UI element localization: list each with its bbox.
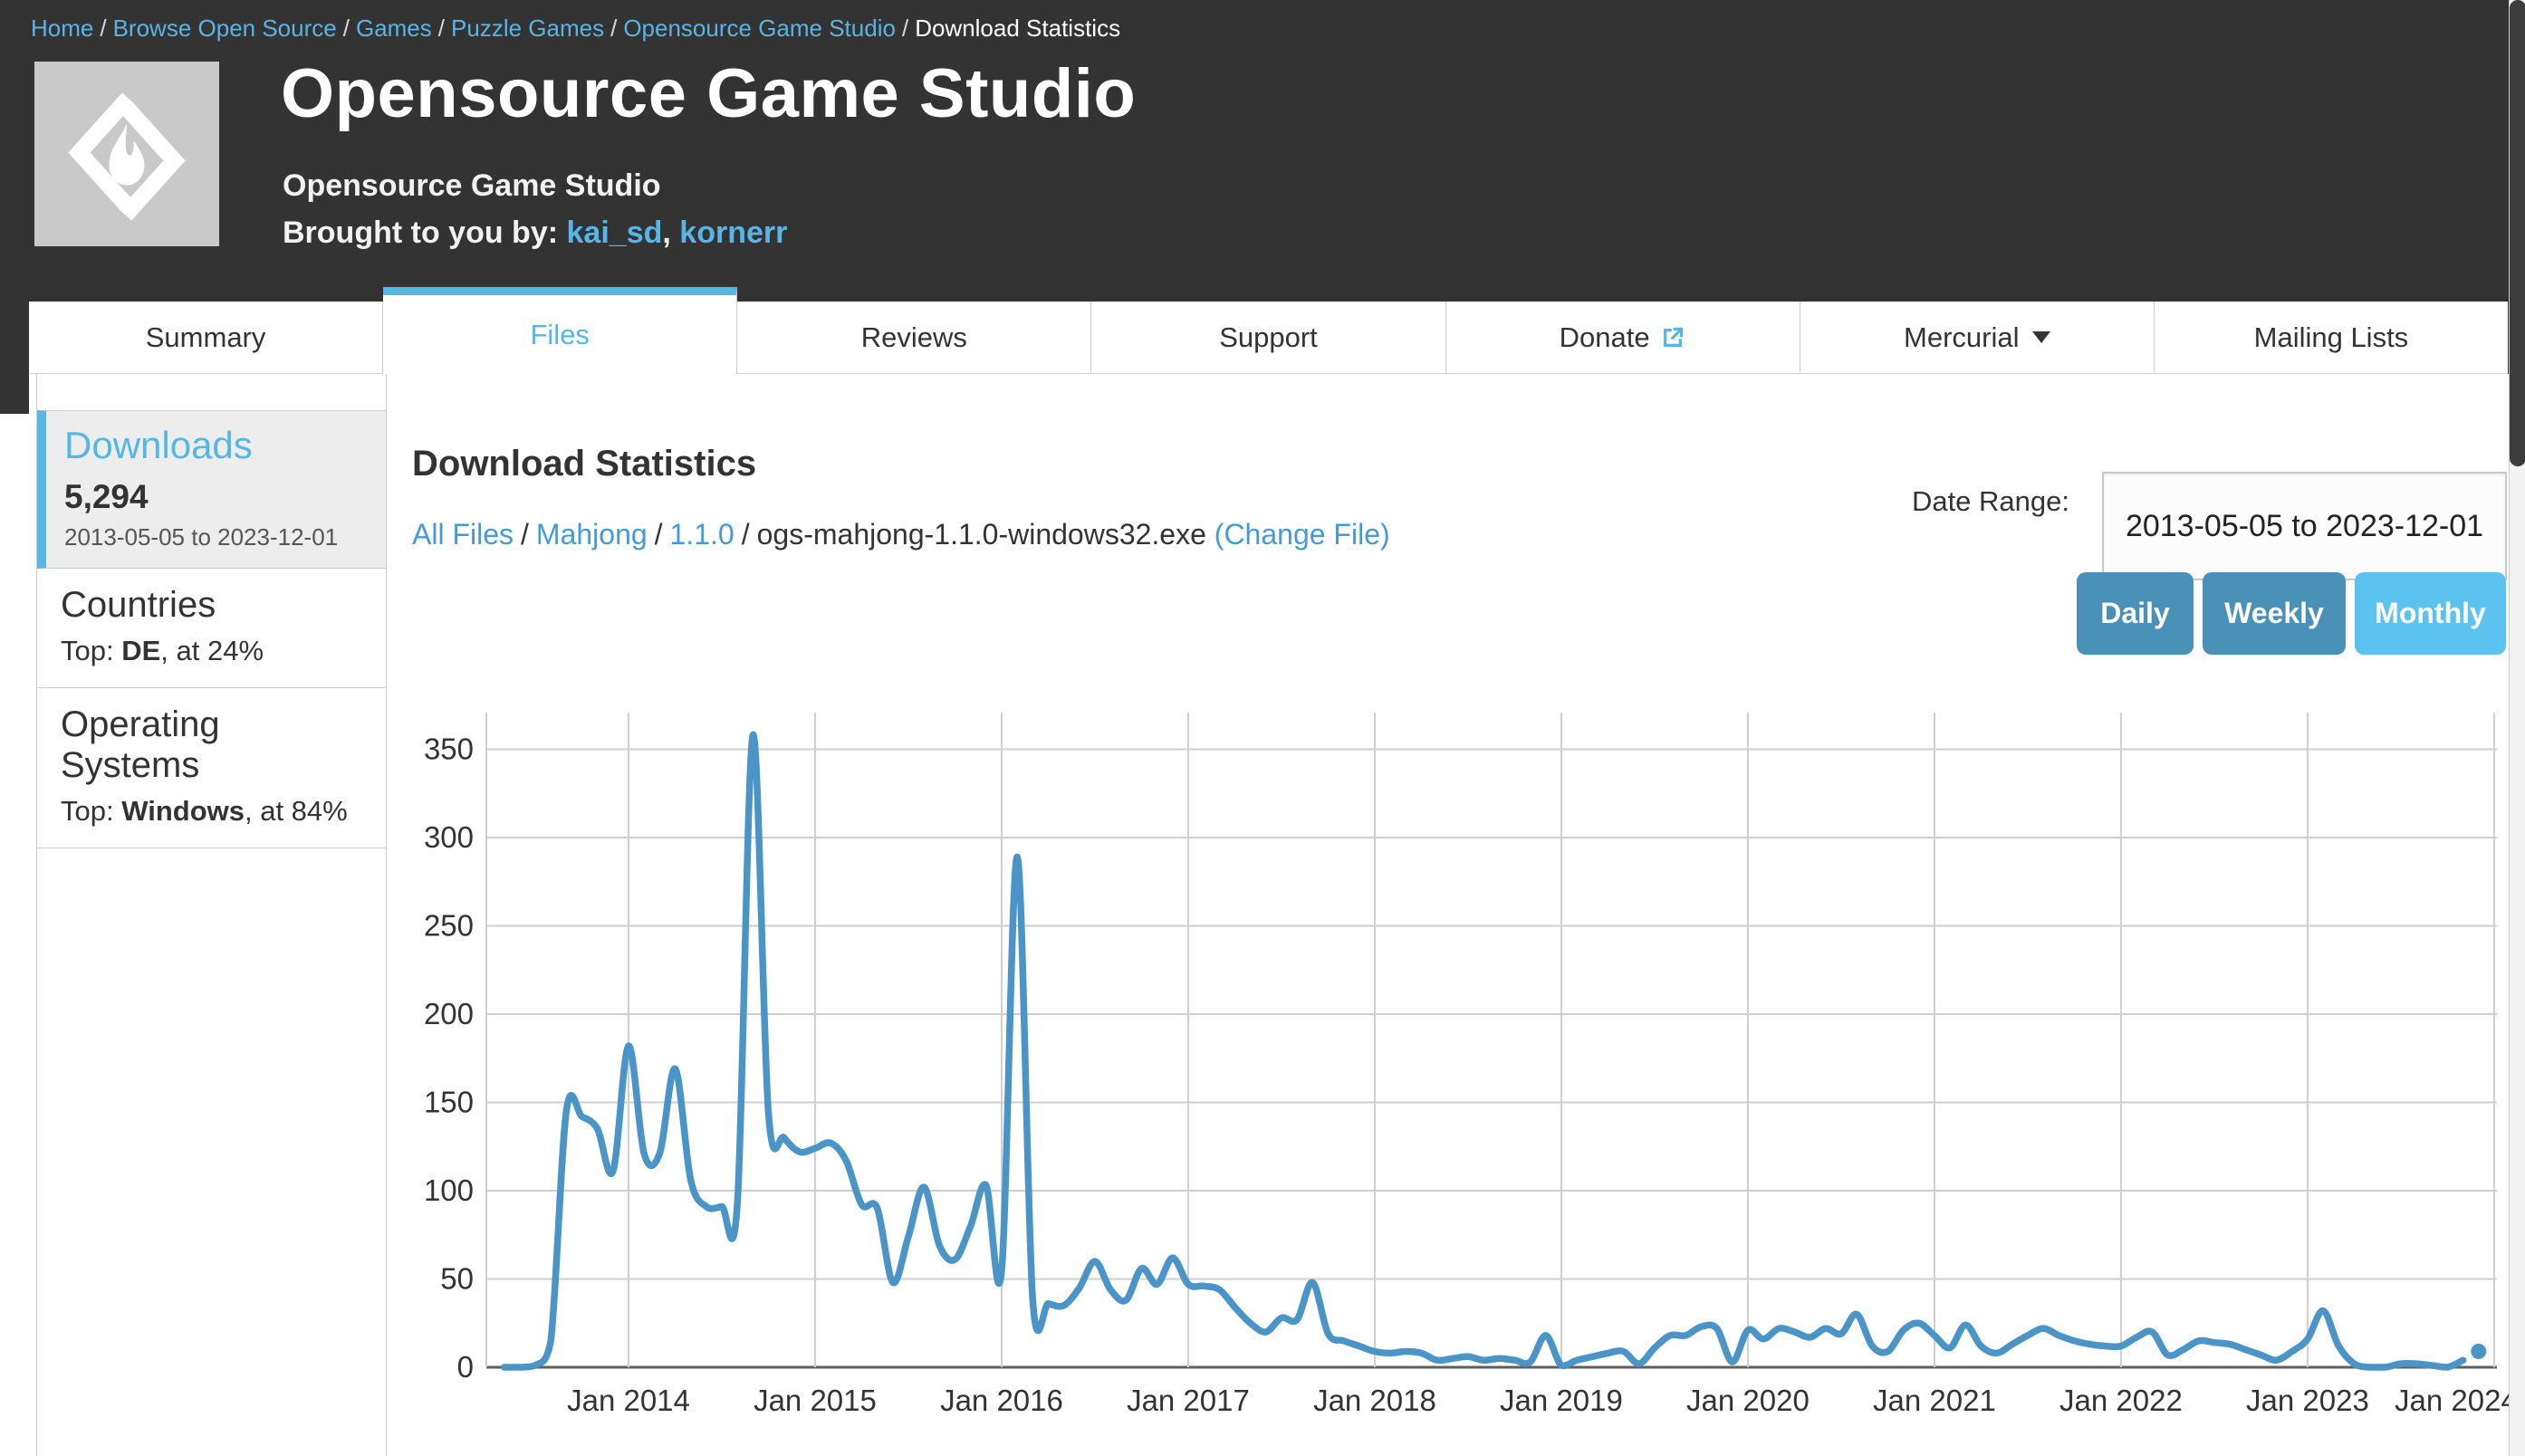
- tab-donate[interactable]: Donate: [1446, 302, 1800, 374]
- page: Home/Browse Open Source/Games/Puzzle Gam…: [0, 0, 2525, 1456]
- downloads-count: 5,294: [64, 478, 375, 516]
- breadcrumb-separator: /: [432, 14, 451, 42]
- svg-text:Jan 2015: Jan 2015: [754, 1384, 877, 1417]
- file-path-mahjong[interactable]: Mahjong: [536, 518, 648, 551]
- os-top-value: Windows: [121, 795, 245, 827]
- date-range-input[interactable]: 2013-05-05 to 2023-12-01: [2102, 472, 2507, 580]
- svg-text:Jan 2016: Jan 2016: [940, 1384, 1063, 1417]
- svg-text:350: 350: [424, 733, 474, 766]
- svg-text:Jan 2018: Jan 2018: [1313, 1384, 1436, 1417]
- file-breadcrumb: All Files/Mahjong/1.1.0/ogs-mahjong-1.1.…: [412, 518, 1390, 551]
- flame-diamond-icon: [59, 86, 195, 222]
- breadcrumb-browse[interactable]: Browse Open Source: [113, 14, 337, 42]
- brought-by: Brought to you by: kai_sd, kornerr: [283, 216, 787, 251]
- scrollbar-track[interactable]: [2509, 0, 2525, 1456]
- tab-files[interactable]: Files: [383, 287, 737, 374]
- tab-support-label: Support: [1219, 321, 1318, 354]
- svg-text:Jan 2023: Jan 2023: [2246, 1384, 2369, 1417]
- downloads-title: Downloads: [64, 424, 375, 467]
- breadcrumb-separator: /: [604, 14, 623, 42]
- tab-donate-label: Donate: [1560, 321, 1650, 354]
- tab-summary-label: Summary: [146, 321, 266, 354]
- tab-bar: Summary Files Reviews Support Donate Mer…: [29, 287, 2508, 374]
- breadcrumb-project[interactable]: Opensource Game Studio: [623, 14, 896, 42]
- sidebar-spacer: [37, 374, 386, 410]
- file-path-version[interactable]: 1.1.0: [670, 518, 734, 551]
- page-subtitle: Opensource Game Studio: [283, 168, 661, 204]
- tab-support[interactable]: Support: [1091, 302, 1445, 374]
- change-file-link[interactable]: (Change File): [1214, 518, 1390, 551]
- breadcrumb-separator: /: [93, 14, 112, 42]
- breadcrumb: Home/Browse Open Source/Games/Puzzle Gam…: [31, 14, 1120, 43]
- tab-mailing-lists-label: Mailing Lists: [2254, 321, 2409, 354]
- sidebar-item-operating-systems[interactable]: Operating Systems Top: Windows, at 84%: [37, 688, 386, 848]
- tab-mailing-lists[interactable]: Mailing Lists: [2155, 302, 2508, 374]
- svg-text:Jan 2021: Jan 2021: [1873, 1384, 1996, 1417]
- breadcrumb-separator: /: [896, 14, 915, 42]
- chevron-down-icon: [2032, 331, 2050, 343]
- weekly-button[interactable]: Weekly: [2203, 572, 2346, 655]
- svg-text:Jan 2022: Jan 2022: [2059, 1384, 2183, 1417]
- breadcrumb-games[interactable]: Games: [356, 14, 432, 42]
- maintainer-link-kai-sd[interactable]: kai_sd: [567, 216, 663, 250]
- sidebar-item-downloads[interactable]: Downloads 5,294 2013-05-05 to 2023-12-01: [37, 410, 386, 569]
- page-title: Opensource Game Studio: [281, 54, 1136, 133]
- countries-top-suffix: , at 24%: [160, 635, 264, 666]
- downloads-chart: 0 50 100 150 200 250 300 350 Jan 2014 Jan 2015 Jan…: [396, 670, 2515, 1456]
- daily-button[interactable]: Daily: [2077, 572, 2194, 655]
- file-path-all-files[interactable]: All Files: [412, 518, 514, 551]
- breadcrumb-home[interactable]: Home: [31, 14, 93, 42]
- tab-reviews[interactable]: Reviews: [737, 302, 1091, 374]
- brought-by-label: Brought to you by:: [283, 216, 558, 250]
- file-path-separator: /: [514, 518, 536, 551]
- tab-reviews-label: Reviews: [861, 321, 967, 354]
- tab-mercurial[interactable]: Mercurial: [1800, 302, 2155, 374]
- file-path-separator: /: [734, 518, 757, 551]
- os-top-suffix: , at 84%: [245, 795, 348, 827]
- date-range-label: Date Range:: [1721, 485, 2069, 518]
- page-section-heading: Download Statistics: [412, 444, 756, 484]
- file-path-filename: ogs-mahjong-1.1.0-windows32.exe: [757, 518, 1206, 551]
- file-path-separator: /: [648, 518, 670, 551]
- svg-text:Jan 2017: Jan 2017: [1127, 1384, 1250, 1417]
- tab-files-label: Files: [530, 319, 589, 351]
- maintainer-link-kornerr[interactable]: kornerr: [679, 216, 787, 250]
- os-top-prefix: Top:: [61, 795, 121, 827]
- sidebar: Downloads 5,294 2013-05-05 to 2023-12-01…: [36, 374, 387, 1456]
- sidebar-item-countries[interactable]: Countries Top: DE, at 24%: [37, 569, 386, 688]
- svg-text:100: 100: [424, 1173, 474, 1207]
- svg-text:250: 250: [424, 909, 474, 943]
- sidebar-empty-area: [37, 848, 386, 1456]
- svg-text:0: 0: [457, 1350, 474, 1384]
- svg-text:Jan 2014: Jan 2014: [567, 1384, 690, 1417]
- downloads-date-range: 2013-05-05 to 2023-12-01: [64, 523, 375, 551]
- monthly-button[interactable]: Monthly: [2355, 572, 2506, 655]
- breadcrumb-current: Download Statistics: [915, 14, 1120, 42]
- svg-text:50: 50: [440, 1262, 474, 1296]
- breadcrumb-puzzle-games[interactable]: Puzzle Games: [451, 14, 604, 42]
- countries-title: Countries: [61, 585, 364, 626]
- os-title: Operating Systems: [61, 704, 364, 786]
- svg-text:150: 150: [424, 1086, 474, 1119]
- breadcrumb-separator: /: [337, 14, 356, 42]
- svg-text:200: 200: [424, 997, 474, 1030]
- maintainer-separator: ,: [662, 216, 679, 250]
- svg-text:Jan 2024: Jan 2024: [2395, 1384, 2515, 1417]
- scrollbar-thumb[interactable]: [2510, 0, 2525, 466]
- countries-top: Top: DE, at 24%: [61, 635, 364, 667]
- external-link-icon: [1659, 324, 1686, 351]
- countries-top-prefix: Top:: [61, 635, 121, 666]
- svg-text:Jan 2019: Jan 2019: [1500, 1384, 1623, 1417]
- project-logo: [34, 62, 219, 246]
- os-top: Top: Windows, at 84%: [61, 795, 364, 828]
- view-granularity-buttons: Daily Weekly Monthly: [2077, 572, 2506, 655]
- tab-summary[interactable]: Summary: [29, 302, 383, 374]
- tab-mercurial-label: Mercurial: [1904, 321, 2019, 354]
- countries-top-value: DE: [121, 635, 160, 666]
- svg-text:Jan 2020: Jan 2020: [1686, 1384, 1810, 1417]
- svg-text:300: 300: [424, 820, 474, 854]
